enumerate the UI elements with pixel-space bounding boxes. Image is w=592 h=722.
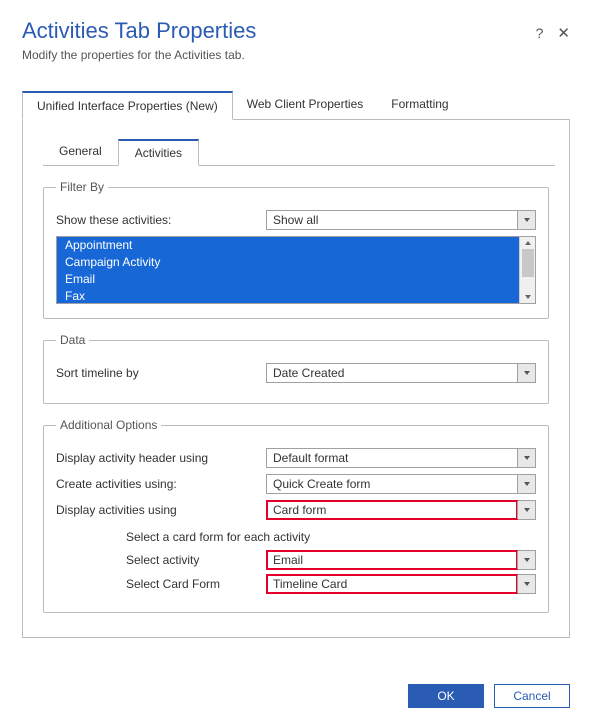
label-sort-timeline: Sort timeline by	[56, 366, 266, 380]
label-create-activities: Create activities using:	[56, 477, 266, 491]
dialog-title: Activities Tab Properties	[22, 18, 570, 44]
chevron-down-icon[interactable]	[517, 501, 535, 519]
fieldset-additional-options: Additional Options Display activity head…	[43, 418, 549, 613]
outer-tab-strip: Unified Interface Properties (New) Web C…	[22, 90, 570, 120]
listbox-activities[interactable]: Appointment Campaign Activity Email Fax	[56, 236, 536, 304]
ok-button[interactable]: OK	[408, 684, 484, 708]
outer-tab-panel: General Activities Filter By Show these …	[22, 120, 570, 638]
dropdown-sort-timeline-value: Date Created	[267, 364, 517, 382]
label-display-header: Display activity header using	[56, 451, 266, 465]
label-show-activities: Show these activities:	[56, 213, 266, 227]
dialog-subtitle: Modify the properties for the Activities…	[22, 48, 570, 62]
dropdown-show-activities[interactable]: Show all	[266, 210, 536, 230]
chevron-down-icon[interactable]	[517, 575, 535, 593]
fieldset-data: Data Sort timeline by Date Created	[43, 333, 549, 404]
help-icon[interactable]: ?	[536, 25, 544, 41]
label-select-card-form: Select Card Form	[126, 577, 266, 591]
list-item[interactable]: Email	[57, 271, 519, 288]
inner-tab-strip: General Activities	[43, 138, 555, 166]
tab-web-client[interactable]: Web Client Properties	[233, 91, 378, 120]
scrollbar[interactable]	[519, 237, 535, 303]
chevron-down-icon[interactable]	[517, 364, 535, 382]
text-select-card-form-intro: Select a card form for each activity	[126, 530, 536, 544]
dropdown-select-card-form-value: Timeline Card	[267, 575, 517, 593]
close-icon[interactable]: ✕	[557, 24, 570, 42]
chevron-down-icon[interactable]	[517, 449, 535, 467]
legend-data: Data	[56, 333, 89, 347]
label-select-activity: Select activity	[126, 553, 266, 567]
tab-formatting[interactable]: Formatting	[377, 91, 462, 120]
tab-general[interactable]: General	[43, 139, 118, 166]
legend-additional-options: Additional Options	[56, 418, 161, 432]
dropdown-display-header[interactable]: Default format	[266, 448, 536, 468]
dropdown-create-activities-value: Quick Create form	[267, 475, 517, 493]
fieldset-filter-by: Filter By Show these activities: Show al…	[43, 180, 549, 319]
cancel-button[interactable]: Cancel	[494, 684, 570, 708]
dropdown-select-activity[interactable]: Email	[266, 550, 536, 570]
dropdown-sort-timeline[interactable]: Date Created	[266, 363, 536, 383]
scrollbar-thumb[interactable]	[522, 249, 534, 277]
dropdown-display-activities-value: Card form	[267, 501, 517, 519]
chevron-down-icon[interactable]	[517, 475, 535, 493]
dropdown-display-activities[interactable]: Card form	[266, 500, 536, 520]
dropdown-select-activity-value: Email	[267, 551, 517, 569]
label-display-activities: Display activities using	[56, 503, 266, 517]
chevron-down-icon[interactable]	[517, 551, 535, 569]
legend-filter-by: Filter By	[56, 180, 108, 194]
titlebar-actions: ? ✕	[536, 24, 570, 42]
tab-activities[interactable]: Activities	[118, 139, 199, 166]
dialog-footer: OK Cancel	[408, 684, 570, 708]
chevron-down-icon[interactable]	[517, 211, 535, 229]
dropdown-show-activities-value: Show all	[267, 211, 517, 229]
dropdown-create-activities[interactable]: Quick Create form	[266, 474, 536, 494]
dropdown-select-card-form[interactable]: Timeline Card	[266, 574, 536, 594]
list-item[interactable]: Fax	[57, 288, 519, 303]
list-item[interactable]: Appointment	[57, 237, 519, 254]
dropdown-display-header-value: Default format	[267, 449, 517, 467]
dialog: ? ✕ Activities Tab Properties Modify the…	[0, 0, 592, 722]
list-item[interactable]: Campaign Activity	[57, 254, 519, 271]
tab-unified-interface[interactable]: Unified Interface Properties (New)	[22, 91, 233, 120]
